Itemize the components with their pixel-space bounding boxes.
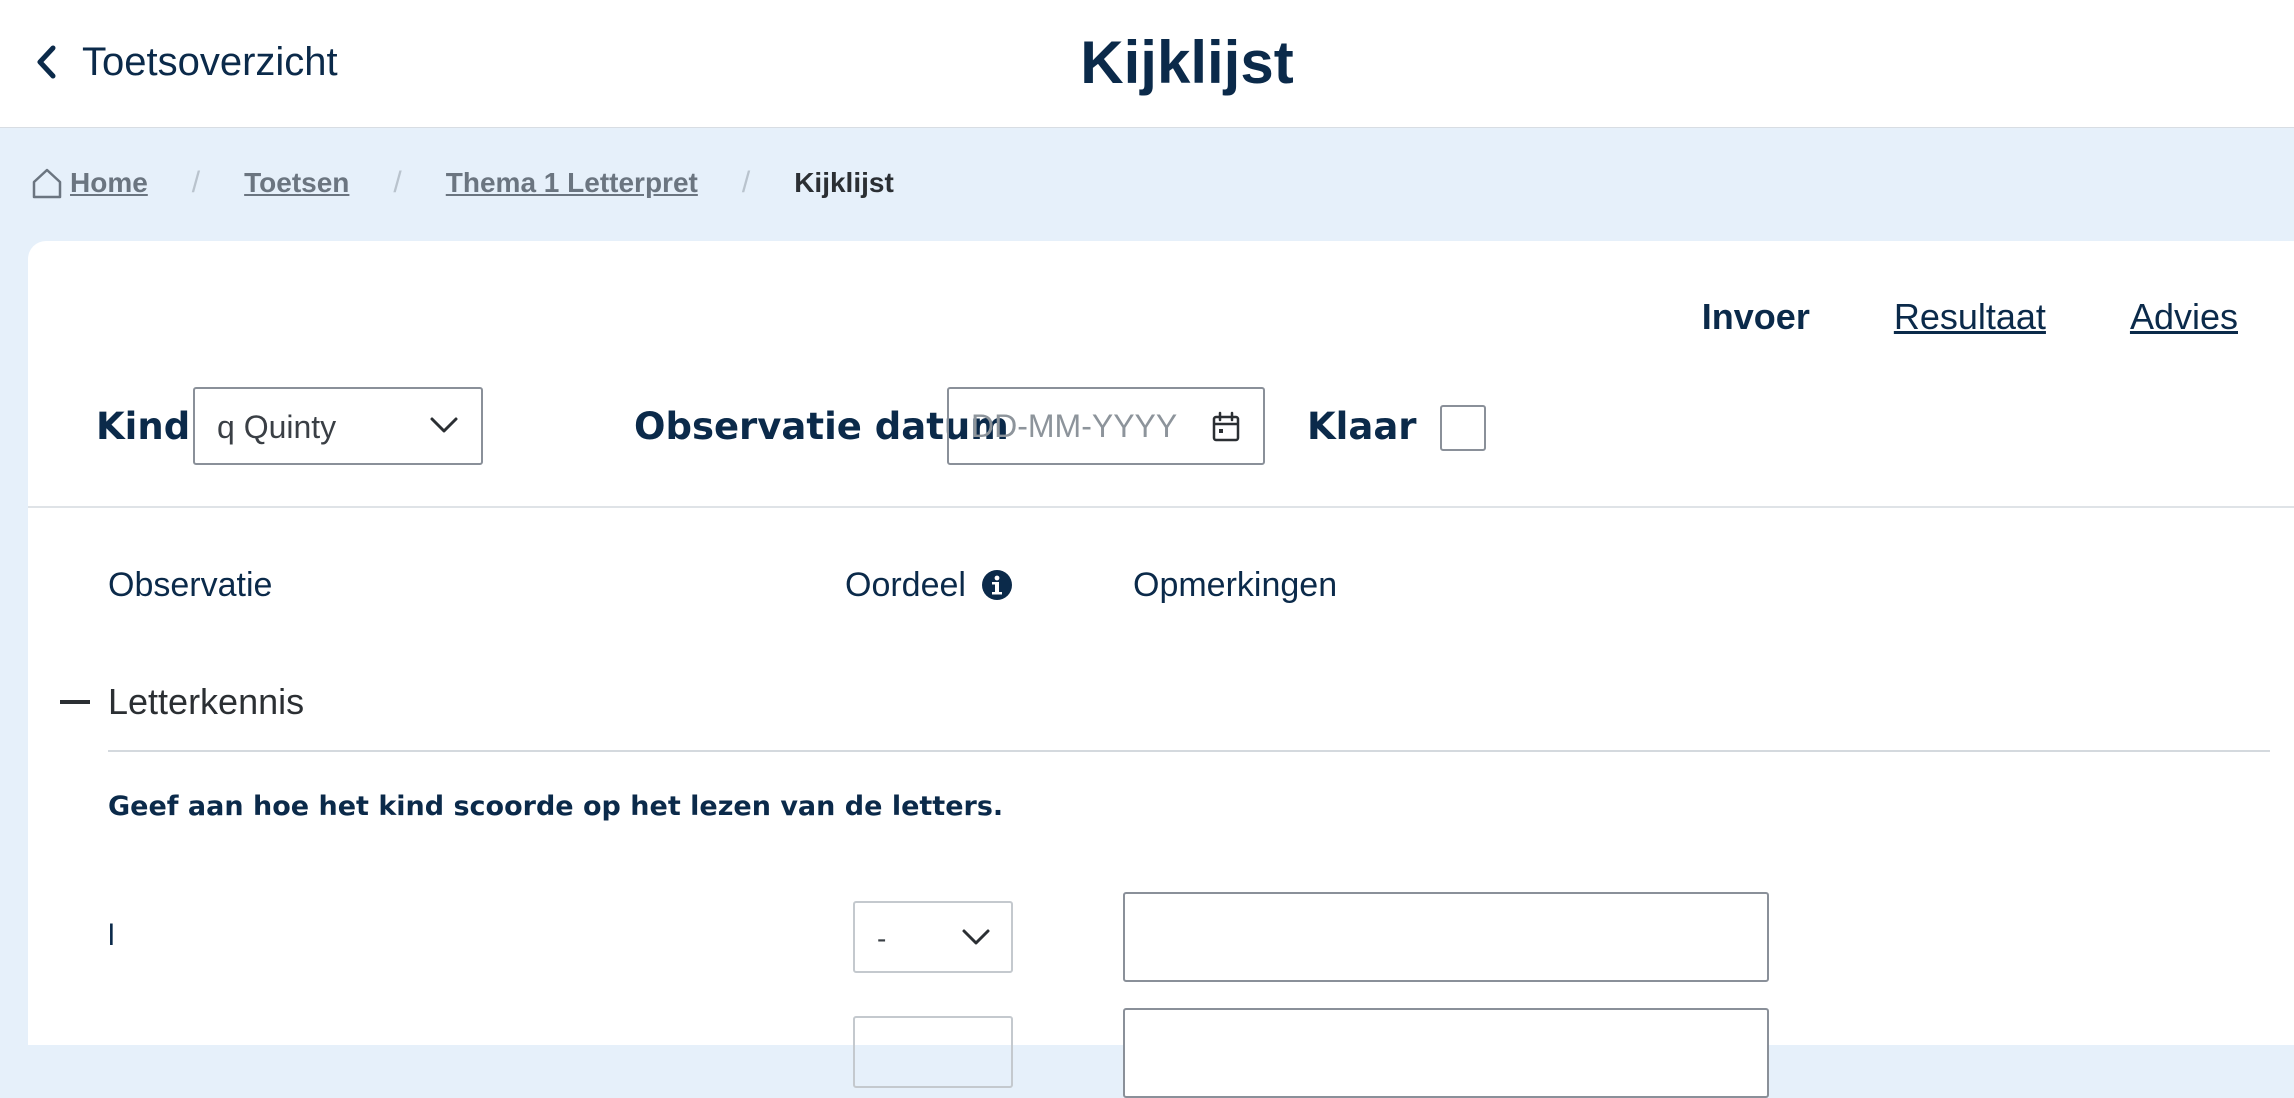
column-header-oordeel: Oordeel [845, 566, 966, 604]
judgement-select[interactable]: - [853, 901, 1013, 973]
child-select-value: q Quinty [217, 409, 337, 445]
date-field[interactable] [947, 387, 1265, 465]
judgement-select[interactable] [853, 1016, 1013, 1088]
tab-resultaat[interactable]: Resultaat [1894, 296, 2046, 338]
remark-field[interactable] [1123, 1008, 1769, 1098]
chevron-down-icon [962, 929, 990, 945]
minus-icon[interactable] [60, 700, 90, 704]
column-header-opmerkingen: Opmerkingen [1133, 566, 1338, 604]
column-header-observatie: Observatie [108, 566, 273, 604]
breadcrumb-thema[interactable]: Thema 1 Letterpret [446, 167, 698, 199]
section-divider [108, 750, 2270, 752]
breadcrumb-separator: / [393, 166, 402, 199]
child-select[interactable]: q Quinty [193, 387, 483, 465]
breadcrumb-current: Kijklijst [794, 167, 894, 198]
section-title: Letterkennis [108, 681, 305, 722]
done-label: Klaar [1307, 405, 1417, 448]
judgement-select-value: - [877, 923, 887, 954]
page-title: Kijklijst [1080, 29, 1294, 96]
home-icon[interactable] [30, 166, 64, 200]
breadcrumb-home[interactable]: Home [70, 167, 148, 199]
observation-row-label: l [108, 919, 115, 952]
filter-bar: Kind q Quinty Observatie datum Klaar [68, 387, 2268, 467]
child-label: Kind [96, 405, 191, 448]
remark-field[interactable] [1123, 892, 1769, 982]
done-checkbox[interactable] [1440, 405, 1486, 451]
section-instruction: Geef aan hoe het kind scoorde op het lez… [108, 791, 1004, 822]
calendar-icon[interactable] [1211, 411, 1241, 443]
chevron-down-icon [430, 417, 458, 433]
divider [28, 506, 2294, 508]
tab-advies[interactable]: Advies [2130, 296, 2238, 338]
tab-bar: Invoer Resultaat Advies [1702, 296, 2238, 338]
breadcrumb: Home / Toetsen / Thema 1 Letterpret / Ki… [30, 163, 894, 203]
breadcrumb-toetsen[interactable]: Toetsen [244, 167, 349, 199]
main-card: Invoer Resultaat Advies Kind q Quinty Ob… [28, 241, 2294, 1098]
date-input[interactable] [969, 407, 1193, 446]
top-header: Toetsoverzicht Kijklijst [0, 0, 2294, 128]
info-icon[interactable] [981, 569, 1013, 601]
breadcrumb-separator: / [741, 166, 751, 199]
breadcrumb-separator: / [191, 166, 201, 199]
tab-invoer[interactable]: Invoer [1702, 296, 1810, 338]
